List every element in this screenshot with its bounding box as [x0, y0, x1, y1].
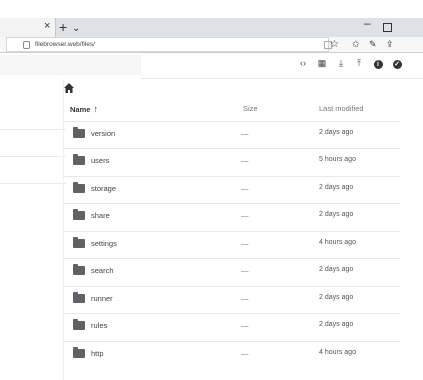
folder-icon: [73, 182, 85, 193]
list-item[interactable]: version — 2 days ago: [63, 121, 400, 148]
item-size: —: [241, 349, 249, 358]
download-icon[interactable]: ⤓: [334, 58, 348, 69]
column-header-name[interactable]: Name ↑: [70, 104, 98, 114]
check-circle-icon[interactable]: ✓: [390, 58, 404, 69]
list-item[interactable]: storage — 2 days ago: [63, 176, 400, 203]
tab-list-chevron-icon[interactable]: ⌄: [72, 19, 80, 38]
list-item[interactable]: runner — 2 days ago: [63, 286, 400, 313]
column-header-modified[interactable]: Last modified: [319, 104, 364, 113]
info-icon-glyph: i: [373, 60, 383, 69]
home-icon[interactable]: [63, 82, 75, 94]
item-modified: 2 days ago: [319, 184, 354, 191]
maximize-icon[interactable]: [383, 23, 392, 32]
item-name: version: [91, 129, 116, 138]
info-icon[interactable]: i: [371, 58, 385, 69]
url-text: filebrowser.web/files/: [35, 41, 95, 48]
folder-icon: [73, 154, 85, 165]
browser-tab-strip: × + ⌄ –: [0, 16, 423, 38]
item-modified: 2 days ago: [319, 211, 354, 218]
item-name: settings: [91, 239, 117, 248]
share-icon[interactable]: ⇪: [386, 37, 394, 52]
folder-icon: [73, 209, 85, 220]
column-header-size[interactable]: Size: [243, 104, 258, 113]
sidebar-divider: [0, 129, 66, 130]
lock-icon: [23, 41, 30, 49]
list-item[interactable]: http — 4 hours ago: [63, 341, 400, 368]
list-item[interactable]: search — 2 days ago: [63, 258, 400, 285]
item-name: rules: [91, 321, 108, 330]
item-modified: 4 hours ago: [319, 349, 356, 356]
item-size: —: [241, 156, 249, 165]
item-name: search: [91, 266, 114, 275]
item-name: storage: [91, 184, 117, 193]
sidebar-search-area: [0, 55, 141, 75]
item-size: —: [241, 239, 249, 248]
list-item[interactable]: share — 2 days ago: [63, 203, 400, 230]
minimize-icon[interactable]: –: [364, 16, 371, 30]
toolbar-actions: ‹› ▦ ⤓ ⤒ i ✓: [296, 58, 406, 72]
item-modified: 2 days ago: [319, 266, 354, 273]
folder-icon: [73, 264, 85, 275]
url-field[interactable]: filebrowser.web/files/: [6, 37, 332, 52]
item-modified: 4 hours ago: [319, 239, 356, 246]
item-name: users: [91, 156, 110, 165]
close-tab-icon[interactable]: ×: [44, 20, 50, 32]
item-modified: 2 days ago: [319, 321, 354, 328]
folder-icon: [73, 237, 85, 248]
reading-list-icon[interactable]: ✩: [352, 37, 360, 52]
code-icon[interactable]: ‹›: [296, 58, 310, 68]
browser-tab[interactable]: ×: [0, 18, 56, 37]
folder-icon: [73, 292, 85, 303]
item-name: http: [91, 349, 104, 358]
item-size: —: [241, 321, 249, 330]
item-modified: 2 days ago: [319, 129, 354, 136]
item-size: —: [241, 184, 249, 193]
header-divider: [141, 78, 423, 79]
item-size: —: [241, 129, 249, 138]
check-icon-glyph: ✓: [392, 60, 402, 69]
address-bar: filebrowser.web/files/ ☆ ✩ ✎ ⇪: [0, 37, 423, 53]
folder-icon: [73, 347, 85, 358]
item-size: —: [241, 294, 249, 303]
item-modified: 5 hours ago: [319, 156, 356, 163]
list-item[interactable]: users — 5 hours ago: [63, 148, 400, 175]
list-item[interactable]: settings — 4 hours ago: [63, 231, 400, 258]
item-modified: 2 days ago: [319, 294, 354, 301]
folder-icon: [73, 127, 85, 138]
new-tab-icon[interactable]: +: [59, 18, 67, 37]
pen-icon[interactable]: ✎: [369, 37, 377, 52]
grid-view-icon[interactable]: ▦: [315, 58, 329, 69]
folder-icon: [73, 319, 85, 330]
item-size: —: [241, 266, 249, 275]
sort-ascending-icon: ↑: [93, 104, 98, 114]
list-item[interactable]: rules — 2 days ago: [63, 313, 400, 340]
item-size: —: [241, 211, 249, 220]
item-name: share: [91, 211, 110, 220]
sidebar-divider: [0, 183, 66, 184]
favorite-star-icon[interactable]: ☆: [330, 37, 339, 52]
upload-icon[interactable]: ⤒: [352, 58, 366, 69]
item-name: runner: [91, 294, 113, 303]
column-header-name-label: Name: [70, 105, 91, 114]
sidebar-divider: [0, 156, 66, 157]
